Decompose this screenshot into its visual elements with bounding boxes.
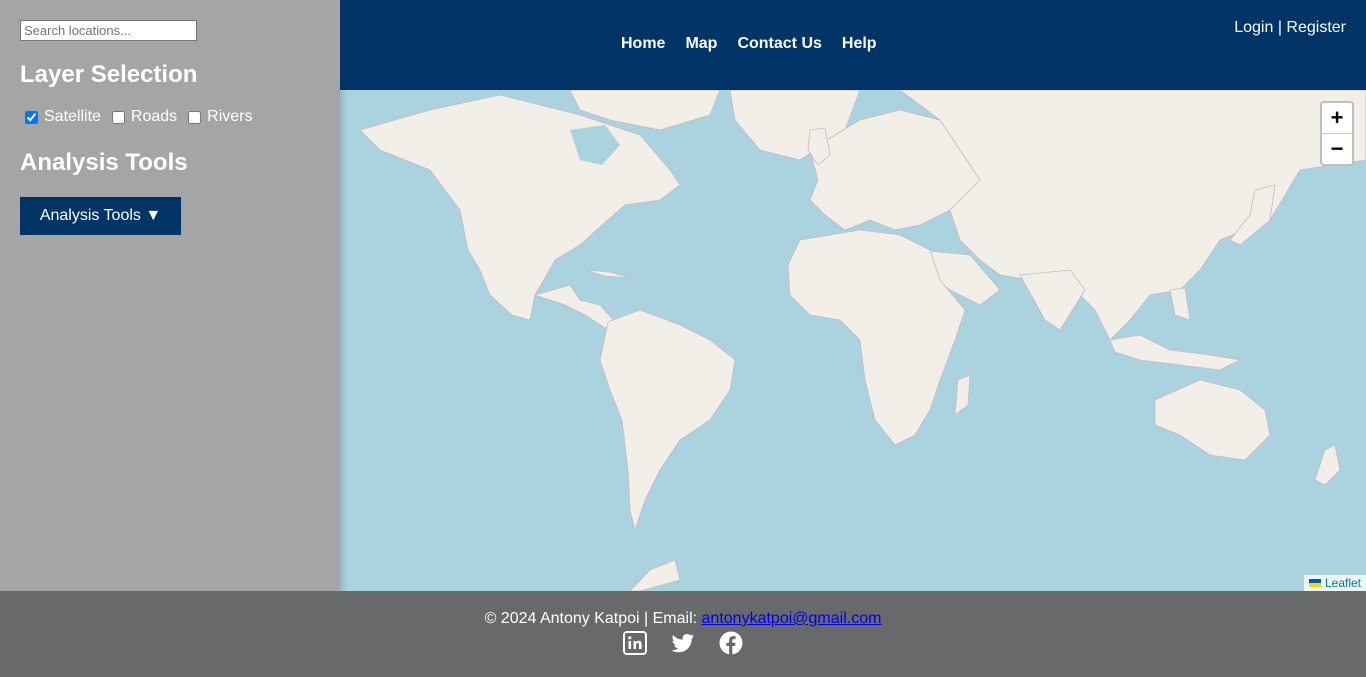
- footer-text: © 2024 Antony Katpoi | Email: antonykatp…: [0, 610, 1366, 628]
- madagascar: [954, 374, 971, 416]
- north-america: [359, 94, 681, 321]
- zoom-in-button[interactable]: +: [1322, 103, 1352, 134]
- caribbean: [584, 269, 631, 279]
- layer-satellite[interactable]: Satellite: [22, 108, 101, 126]
- antarctica-tip: [629, 559, 681, 591]
- indonesia: [1109, 334, 1242, 371]
- south-america: [599, 309, 736, 532]
- australia: [1154, 379, 1271, 461]
- analysis-tools-heading: Analysis Tools: [20, 149, 188, 176]
- leaflet-link[interactable]: Leaflet: [1325, 576, 1361, 590]
- social-links: [623, 631, 743, 655]
- login-link[interactable]: Login: [1234, 19, 1273, 36]
- map-edge-shadow: [340, 90, 348, 591]
- world-map-tiles: [359, 90, 1366, 591]
- sidebar: Layer Selection Satellite Roads Rivers A…: [0, 0, 340, 591]
- layer-roads[interactable]: Roads: [109, 108, 177, 126]
- layer-label: Satellite: [44, 108, 101, 125]
- nav-help[interactable]: Help: [842, 35, 877, 53]
- layer-selection-heading: Layer Selection: [20, 61, 198, 88]
- layer-label: Rivers: [207, 108, 253, 125]
- map-view[interactable]: + − Leaflet: [340, 90, 1366, 591]
- search-input[interactable]: [20, 20, 197, 41]
- footer: © 2024 Antony Katpoi | Email: antonykatp…: [0, 591, 1366, 677]
- rivers-checkbox[interactable]: [188, 110, 202, 124]
- ukraine-flag-icon: [1308, 579, 1321, 587]
- auth-separator: |: [1277, 19, 1282, 36]
- roads-checkbox[interactable]: [111, 110, 125, 124]
- copyright-text: © 2024 Antony Katpoi | Email:: [484, 610, 702, 627]
- facebook-icon[interactable]: [719, 631, 743, 655]
- auth-links: Login | Register: [1234, 19, 1346, 37]
- twitter-icon[interactable]: [671, 631, 695, 655]
- asia: [899, 90, 1366, 341]
- india: [1019, 269, 1086, 331]
- nav-home[interactable]: Home: [621, 35, 665, 53]
- satellite-checkbox[interactable]: [25, 110, 38, 124]
- analysis-tools-button[interactable]: Analysis Tools ▼: [20, 197, 181, 235]
- map-attribution: Leaflet: [1303, 575, 1366, 591]
- central-america: [533, 284, 616, 329]
- layer-list: Satellite Roads Rivers: [22, 108, 261, 126]
- email-link[interactable]: antonykatpoi@gmail.com: [702, 610, 882, 627]
- layer-rivers[interactable]: Rivers: [185, 108, 253, 126]
- layer-label: Roads: [130, 108, 178, 125]
- header: Home Map Contact Us Help Login | Registe…: [340, 0, 1366, 90]
- zoom-out-button[interactable]: −: [1322, 134, 1352, 164]
- new-zealand: [1314, 444, 1341, 486]
- register-link[interactable]: Register: [1286, 19, 1346, 36]
- main-nav: Home Map Contact Us Help: [621, 35, 877, 53]
- nav-contact-us[interactable]: Contact Us: [737, 35, 821, 53]
- linkedin-icon[interactable]: [623, 631, 647, 655]
- philippines: [1169, 287, 1191, 321]
- zoom-control: + −: [1320, 101, 1354, 166]
- nav-map[interactable]: Map: [685, 35, 717, 53]
